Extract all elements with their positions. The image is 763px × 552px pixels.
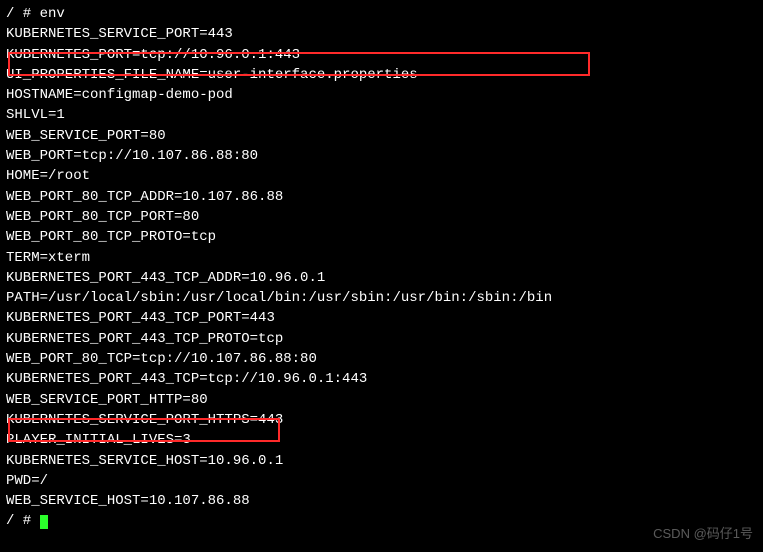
- env-line: PLAYER_INITIAL_LIVES=3: [6, 430, 757, 450]
- env-line: KUBERNETES_PORT=tcp://10.96.0.1:443: [6, 45, 757, 65]
- shell-prompt[interactable]: / #: [6, 511, 757, 531]
- env-line: KUBERNETES_SERVICE_PORT=443: [6, 24, 757, 44]
- env-line: HOME=/root: [6, 166, 757, 186]
- env-line: KUBERNETES_SERVICE_PORT_HTTPS=443: [6, 410, 757, 430]
- env-line: KUBERNETES_PORT_443_TCP_PROTO=tcp: [6, 329, 757, 349]
- env-line: WEB_PORT=tcp://10.107.86.88:80: [6, 146, 757, 166]
- env-line: SHLVL=1: [6, 105, 757, 125]
- env-line: UI_PROPERTIES_FILE_NAME=user-interface.p…: [6, 65, 757, 85]
- env-line: KUBERNETES_SERVICE_HOST=10.96.0.1: [6, 451, 757, 471]
- env-line: TERM=xterm: [6, 248, 757, 268]
- env-line: WEB_SERVICE_PORT_HTTP=80: [6, 390, 757, 410]
- env-line: WEB_SERVICE_HOST=10.107.86.88: [6, 491, 757, 511]
- terminal-output[interactable]: / # env KUBERNETES_SERVICE_PORT=443 KUBE…: [6, 4, 757, 532]
- watermark-label: CSDN @码仔1号: [653, 525, 753, 544]
- env-line: WEB_PORT_80_TCP_PORT=80: [6, 207, 757, 227]
- env-line: PATH=/usr/local/sbin:/usr/local/bin:/usr…: [6, 288, 757, 308]
- env-line: PWD=/: [6, 471, 757, 491]
- env-line: KUBERNETES_PORT_443_TCP_PORT=443: [6, 308, 757, 328]
- env-line: WEB_PORT_80_TCP_PROTO=tcp: [6, 227, 757, 247]
- shell-prompt: / # env: [6, 4, 757, 24]
- env-line: WEB_PORT_80_TCP_ADDR=10.107.86.88: [6, 187, 757, 207]
- env-line: KUBERNETES_PORT_443_TCP_ADDR=10.96.0.1: [6, 268, 757, 288]
- env-line: KUBERNETES_PORT_443_TCP=tcp://10.96.0.1:…: [6, 369, 757, 389]
- cursor-icon: [40, 515, 48, 529]
- env-line: WEB_SERVICE_PORT=80: [6, 126, 757, 146]
- env-line: HOSTNAME=configmap-demo-pod: [6, 85, 757, 105]
- env-line: WEB_PORT_80_TCP=tcp://10.107.86.88:80: [6, 349, 757, 369]
